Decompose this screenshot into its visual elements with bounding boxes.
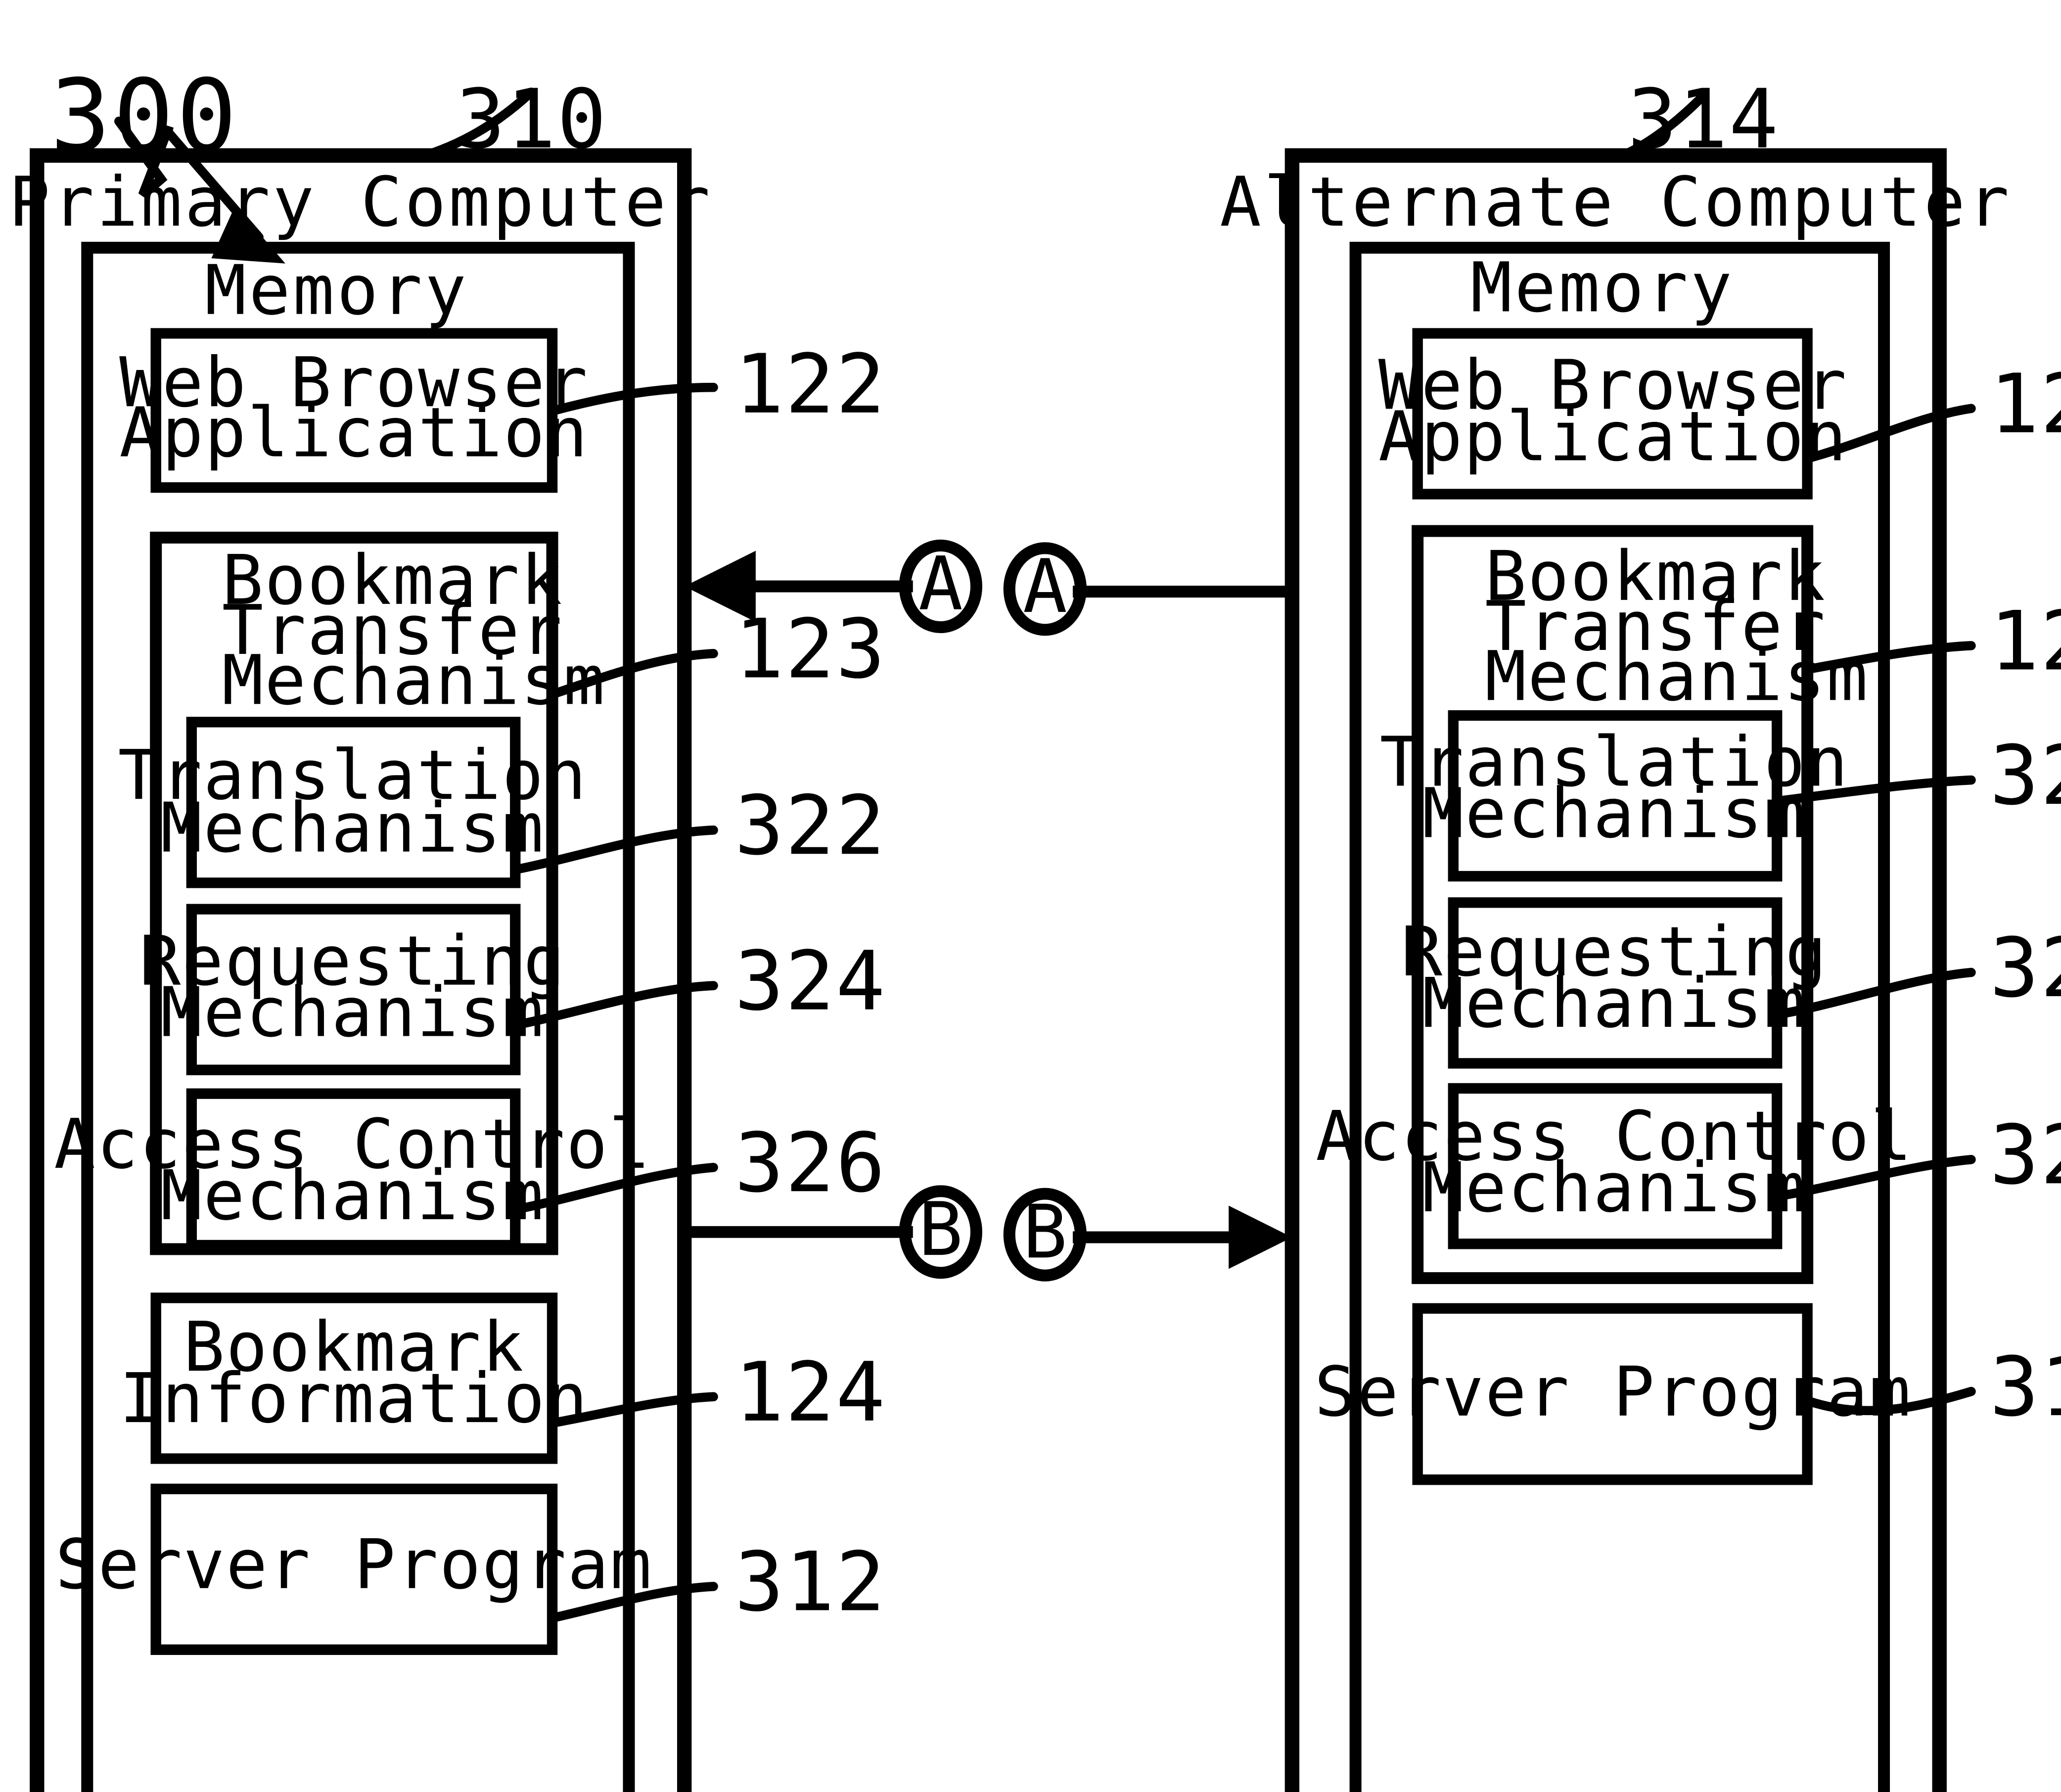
block-label-bookmark-transfer-primary-3: Mechanism [222, 640, 606, 720]
ref-label-324-alternate: 324 [1990, 920, 2061, 1016]
ref-label-322-alternate: 322 [1990, 728, 2061, 824]
memory-title-alternate: Memory [1470, 248, 1735, 328]
connector-label-a-right: A [1023, 544, 1067, 630]
panel-title-alternate: Alternate Computer [1220, 162, 2012, 242]
ref-label-122-primary: 122 [734, 337, 886, 432]
connector-b-flow [684, 1205, 1292, 1269]
ref-label-123-alternate: 123 [1990, 594, 2061, 689]
figure-canvas: 300 310 Primary Computer Memory Web Brow… [9, 58, 2061, 1792]
block-label-web-browser-primary-2: Application [119, 393, 589, 473]
block-label-server-program-alternate-1: Server Program [1314, 1352, 1912, 1432]
ref-label-122-alternate: 122 [1990, 357, 2061, 452]
block-label-server-program-primary-1: Server Program [55, 1524, 653, 1605]
block-label-access-control-primary-2: Mechanism [161, 1155, 545, 1236]
connector-label-b-left: B [918, 1187, 963, 1273]
block-label-access-control-alternate-2: Mechanism [1422, 1148, 1807, 1228]
ref-label-312-alternate: 312 [1990, 1339, 2061, 1435]
connector-label-b-right: B [1023, 1190, 1067, 1276]
block-label-bookmark-information-primary-2: Information [119, 1358, 589, 1438]
block-label-web-browser-alternate-2: Application [1378, 397, 1848, 477]
panel-title-primary: Primary Computer [9, 162, 713, 242]
ref-label-123-primary: 123 [734, 602, 886, 697]
block-label-translation-primary-2: Mechanism [161, 788, 545, 868]
block-label-translation-alternate-2: Mechanism [1422, 774, 1807, 854]
patent-figure-300: 300 310 Primary Computer Memory Web Brow… [0, 0, 2061, 1792]
arrowhead-b-right [1229, 1205, 1292, 1269]
ref-label-322-primary: 322 [734, 779, 886, 874]
ref-label-326-alternate: 326 [1990, 1108, 2061, 1203]
block-label-bookmark-transfer-alternate-3: Mechanism [1485, 636, 1869, 716]
ref-label-312-primary: 312 [734, 1535, 886, 1630]
arrowhead-a-left [684, 551, 756, 622]
ref-label-324-primary: 324 [734, 934, 886, 1029]
block-label-requesting-primary-2: Mechanism [161, 972, 545, 1053]
connector-label-a-left: A [918, 541, 963, 627]
ref-label-124-primary: 124 [734, 1345, 886, 1440]
memory-title-primary: Memory [205, 250, 469, 330]
ref-label-326-primary: 326 [734, 1115, 886, 1211]
block-label-requesting-alternate-2: Mechanism [1422, 963, 1807, 1043]
